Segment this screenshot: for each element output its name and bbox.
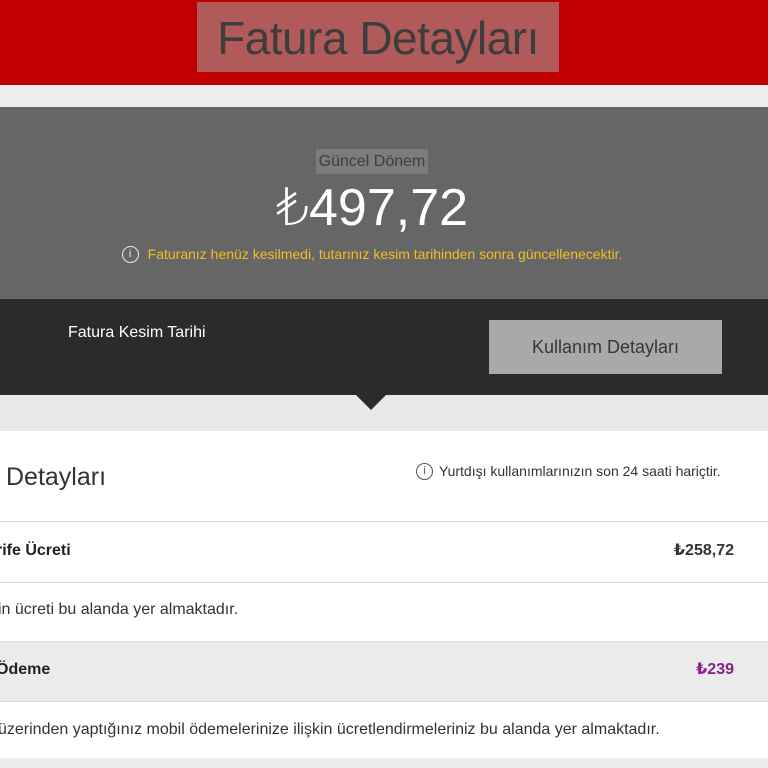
payment-row-band: [0, 641, 768, 701]
info-circle-icon: i: [121, 245, 139, 263]
usage-details-button[interactable]: Kullanım Detayları: [489, 320, 722, 374]
tariff-fee-description: in ücreti bu alanda yer almaktadır.: [0, 601, 239, 618]
page-title: Fatura Detayları: [217, 12, 539, 64]
current-amount: ₺497,72: [275, 179, 469, 237]
payment-description: üzerinden yaptığınız mobil ödemelerinize…: [0, 721, 660, 738]
tariff-fee-label: rife Ücreti: [0, 542, 71, 559]
abroad-usage-note: i Yurtdışı kullanımlarınızın son 24 saati…: [416, 460, 721, 482]
summary-note: i Faturanız henüz kesilmedi, tutarınız ke…: [0, 243, 744, 265]
info-circle-icon: i: [416, 462, 433, 480]
summary-note-text: Faturanız henüz kesilmedi, tutarınız kes…: [147, 246, 623, 262]
abroad-usage-note-text: Yurtdışı kullanımlarınızın son 24 saati …: [439, 463, 721, 479]
period-label: Güncel Dönem: [316, 149, 428, 174]
payment-value: ₺239: [696, 661, 734, 678]
page-title-highlight: Fatura Detayları: [197, 2, 559, 72]
divider: [0, 582, 768, 583]
details-title: Detayları: [6, 463, 107, 491]
caret-down-indicator: [356, 395, 386, 410]
tariff-fee-value: ₺258,72: [673, 542, 734, 559]
header-gap: [0, 85, 768, 107]
payment-label: Ödeme: [0, 661, 51, 678]
divider: [0, 701, 768, 702]
divider: [0, 641, 768, 642]
bottom-band: [0, 758, 768, 768]
bill-cut-date-label: Fatura Kesim Tarihi: [68, 324, 206, 341]
divider: [0, 521, 768, 522]
